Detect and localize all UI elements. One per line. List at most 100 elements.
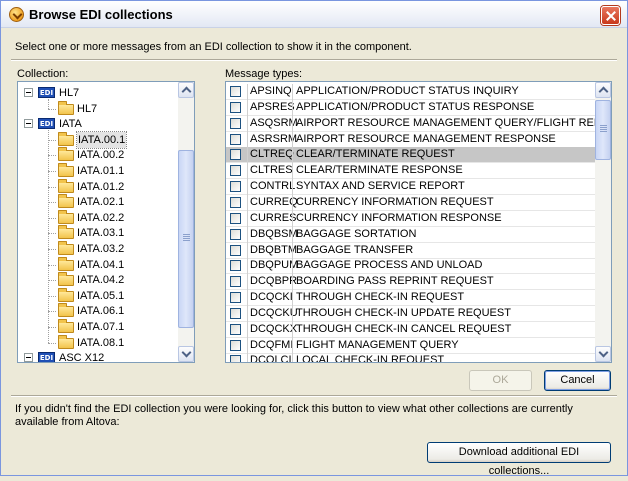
window-title: Browse EDI collections bbox=[29, 7, 173, 22]
collapse-toggle-icon[interactable] bbox=[24, 119, 33, 129]
tree-folder-node[interactable]: IATA.03.1 bbox=[18, 225, 178, 241]
tree-folder-node[interactable]: IATA.06.1 bbox=[18, 303, 178, 319]
tree-folder-node[interactable]: IATA.07.1 bbox=[18, 319, 178, 335]
message-checkbox[interactable] bbox=[230, 276, 241, 288]
message-description: CURRENCY INFORMATION RESPONSE bbox=[292, 210, 502, 227]
message-checkbox[interactable] bbox=[230, 228, 241, 240]
message-checkbox[interactable] bbox=[230, 196, 241, 208]
tree-folder-node[interactable]: HL7 bbox=[18, 100, 178, 117]
message-type-row[interactable]: DCQBPR BOARDING PASS REPRINT REQUEST bbox=[226, 274, 596, 291]
title-bar[interactable]: Browse EDI collections bbox=[1, 1, 627, 28]
folder-icon bbox=[58, 194, 74, 209]
message-checkbox[interactable] bbox=[230, 355, 241, 362]
tree-collection-node[interactable]: EDI HL7 bbox=[18, 85, 178, 101]
tree-folder-node[interactable]: IATA.04.2 bbox=[18, 272, 178, 288]
download-collections-button[interactable]: Download additional EDI collections... bbox=[427, 442, 611, 477]
tree-node-label: IATA.04.1 bbox=[77, 258, 125, 271]
message-checkbox[interactable] bbox=[230, 339, 241, 351]
message-code: DCQLCI bbox=[247, 353, 292, 362]
message-type-row[interactable]: DCQCKX THROUGH CHECK-IN CANCEL REQUEST bbox=[226, 321, 596, 338]
tree-folder-node[interactable]: IATA.08.1 bbox=[18, 334, 178, 351]
message-type-row[interactable]: CLTREQ CLEAR/TERMINATE REQUEST bbox=[226, 147, 596, 164]
folder-icon bbox=[58, 163, 74, 177]
message-type-row[interactable]: CURRES CURRENCY INFORMATION RESPONSE bbox=[226, 210, 596, 227]
tree-folder-node[interactable]: IATA.04.1 bbox=[18, 256, 178, 273]
message-type-row[interactable]: DCQCKI THROUGH CHECK-IN REQUEST bbox=[226, 290, 596, 307]
cancel-button[interactable]: Cancel bbox=[544, 370, 611, 391]
message-checkbox[interactable] bbox=[230, 212, 241, 224]
tree-node-label: HL7 bbox=[59, 87, 80, 99]
message-type-row[interactable]: DCQLCI LOCAL CHECK-IN REQUEST bbox=[226, 353, 596, 362]
message-checkbox[interactable] bbox=[230, 133, 241, 145]
tree-node-label: IATA.03.2 bbox=[77, 243, 125, 255]
message-types-list[interactable]: APSINQ APPLICATION/PRODUCT STATUS INQUIRY… bbox=[225, 81, 612, 363]
message-checkbox[interactable] bbox=[230, 260, 241, 272]
scroll-down-button[interactable] bbox=[178, 346, 194, 362]
tree-folder-node[interactable]: IATA.00.1 bbox=[18, 130, 178, 149]
collapse-toggle-icon[interactable] bbox=[24, 353, 33, 362]
message-type-row[interactable]: DCQCKU THROUGH CHECK-IN UPDATE REQUEST bbox=[226, 305, 596, 322]
folder-icon bbox=[58, 241, 74, 255]
close-button[interactable] bbox=[601, 6, 620, 25]
message-checkbox[interactable] bbox=[230, 244, 241, 256]
tree-node-label: IATA.07.1 bbox=[77, 321, 125, 333]
message-type-row[interactable]: CONTRL SYNTAX AND SERVICE REPORT bbox=[226, 179, 596, 196]
folder-icon bbox=[58, 287, 74, 302]
tree-folder-node[interactable]: IATA.00.2 bbox=[18, 147, 178, 163]
folder-icon bbox=[58, 256, 74, 271]
message-description: AIRPORT RESOURCE MANAGEMENT RESPONSE bbox=[292, 131, 556, 148]
collection-tree[interactable]: EDI HL7 HL7 EDI IATA IATA.00.1 IATA.00.2 IATA.0… bbox=[17, 81, 195, 363]
message-checkbox[interactable] bbox=[230, 181, 241, 193]
message-checkbox[interactable] bbox=[230, 149, 241, 161]
folder-icon bbox=[58, 178, 74, 193]
message-type-row[interactable]: CLTRES CLEAR/TERMINATE RESPONSE bbox=[226, 163, 596, 180]
messages-scrollbar[interactable] bbox=[595, 82, 611, 362]
collection-label: Collection: bbox=[17, 68, 69, 80]
divider bbox=[11, 395, 617, 397]
message-type-row[interactable]: DBQBSM BAGGAGE SORTATION bbox=[226, 226, 596, 243]
message-checkbox[interactable] bbox=[230, 292, 241, 304]
tree-collection-node[interactable]: EDI IATA bbox=[18, 116, 178, 132]
message-type-row[interactable]: APSINQ APPLICATION/PRODUCT STATUS INQUIRY bbox=[226, 84, 596, 100]
message-description: FLIGHT MANAGEMENT QUERY bbox=[292, 337, 459, 354]
message-checkbox[interactable] bbox=[230, 165, 241, 177]
tree-folder-node[interactable]: IATA.02.2 bbox=[18, 209, 178, 226]
collection-scrollbar[interactable] bbox=[178, 82, 194, 362]
message-description: LOCAL CHECK-IN REQUEST bbox=[292, 353, 444, 362]
message-code: ASQSRM bbox=[247, 115, 298, 132]
message-type-row[interactable]: DBQPUM BAGGAGE PROCESS AND UNLOAD bbox=[226, 258, 596, 275]
message-types-label: Message types: bbox=[225, 68, 303, 80]
message-checkbox[interactable] bbox=[230, 101, 241, 113]
tree-folder-node[interactable]: IATA.03.2 bbox=[18, 241, 178, 257]
ok-button[interactable]: OK bbox=[469, 370, 532, 391]
tree-collection-node[interactable]: EDI ASC X12 bbox=[18, 350, 178, 362]
scroll-thumb[interactable] bbox=[595, 100, 611, 160]
tree-folder-node[interactable]: IATA.05.1 bbox=[18, 287, 178, 304]
message-type-row[interactable]: DBQBTM BAGGAGE TRANSFER bbox=[226, 242, 596, 259]
tree-folder-node[interactable]: IATA.01.2 bbox=[18, 178, 178, 195]
collapse-toggle-icon[interactable] bbox=[24, 88, 33, 97]
tree-node-label: IATA.01.1 bbox=[77, 165, 125, 177]
message-type-row[interactable]: ASQSRM AIRPORT RESOURCE MANAGEMENT QUERY/… bbox=[226, 115, 611, 132]
message-code: DCQFMI bbox=[247, 337, 293, 354]
tree-node-label: IATA.03.1 bbox=[77, 227, 125, 240]
message-code: APSINQ bbox=[247, 84, 292, 100]
message-code: DCQCKU bbox=[247, 305, 298, 322]
message-checkbox[interactable] bbox=[230, 117, 241, 129]
scroll-up-button[interactable] bbox=[595, 82, 611, 98]
message-type-row[interactable]: ASRSRM AIRPORT RESOURCE MANAGEMENT RESPON… bbox=[226, 131, 596, 148]
message-checkbox[interactable] bbox=[230, 323, 241, 335]
message-type-row[interactable]: CURREQ CURRENCY INFORMATION REQUEST bbox=[226, 194, 596, 211]
tree-folder-node[interactable]: IATA.02.1 bbox=[18, 194, 178, 210]
scroll-down-button[interactable] bbox=[595, 346, 611, 362]
tree-folder-node[interactable]: IATA.01.1 bbox=[18, 163, 178, 179]
message-type-row[interactable]: DCQFMI FLIGHT MANAGEMENT QUERY bbox=[226, 337, 596, 354]
scroll-thumb[interactable] bbox=[178, 150, 194, 328]
scroll-up-button[interactable] bbox=[178, 82, 194, 98]
app-icon bbox=[9, 7, 24, 22]
message-description: THROUGH CHECK-IN REQUEST bbox=[292, 290, 464, 307]
tree-node-label: IATA.04.2 bbox=[77, 274, 125, 287]
message-checkbox[interactable] bbox=[230, 307, 241, 319]
message-type-row[interactable]: APSRES APPLICATION/PRODUCT STATUS RESPONS… bbox=[226, 99, 596, 116]
message-checkbox[interactable] bbox=[230, 86, 241, 97]
